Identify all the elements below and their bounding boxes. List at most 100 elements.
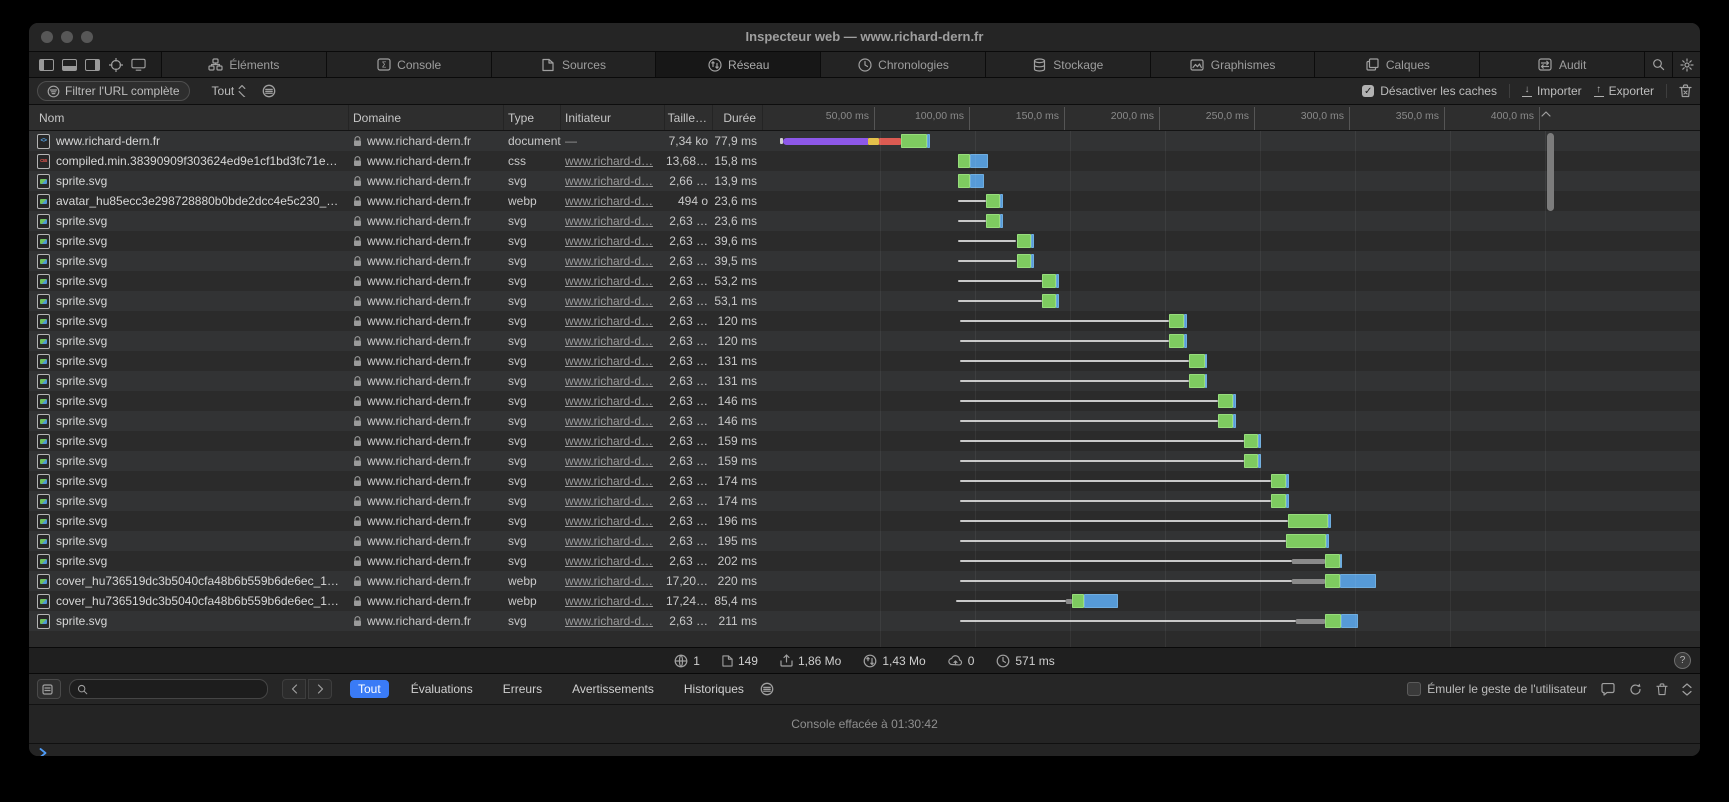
lock-icon — [353, 396, 362, 407]
group-media-icon[interactable] — [262, 84, 276, 98]
initiator-link[interactable]: www.richard-d… — [565, 314, 653, 328]
initiator-link[interactable]: www.richard-d… — [565, 554, 653, 568]
initiator-link[interactable]: www.richard-d… — [565, 174, 653, 188]
initiator-link[interactable]: www.richard-d… — [565, 454, 653, 468]
waterfall-cell — [763, 131, 1700, 151]
url-filter-placeholder: Filtrer l'URL complète — [65, 84, 180, 98]
initiator-link[interactable]: www.richard-d… — [565, 254, 653, 268]
waterfall-blue-segment — [1000, 194, 1003, 208]
main-tabbar: ÉlémentsΣConsoleSourcesRéseauChronologie… — [29, 52, 1700, 78]
initiator-link[interactable]: www.richard-d… — [565, 474, 653, 488]
column-header-initiator[interactable]: Initiateur — [561, 105, 665, 130]
element-picker-icon[interactable] — [108, 57, 123, 72]
waterfall-line-segment — [960, 480, 1272, 482]
dock-right-icon[interactable] — [85, 59, 100, 71]
export-button[interactable]: ↑ Exporter — [1594, 84, 1654, 98]
column-header-name[interactable]: Nom — [29, 105, 349, 130]
url-filter-input[interactable]: Filtrer l'URL complète — [37, 81, 190, 101]
tab-réseau[interactable]: Réseau — [655, 52, 820, 77]
console-tab-évaluations[interactable]: Évaluations — [403, 680, 481, 698]
search-tab[interactable] — [1644, 52, 1672, 77]
tab-chronologies[interactable]: Chronologies — [820, 52, 985, 77]
initiator-link[interactable]: www.richard-d… — [565, 394, 653, 408]
resource-domain: www.richard-dern.fr — [367, 274, 471, 288]
resource-type: svg — [504, 211, 561, 231]
resource-duration: 195 ms — [713, 531, 763, 551]
resource-size: 2,63 … — [665, 271, 713, 291]
initiator-link[interactable]: www.richard-d… — [565, 494, 653, 508]
console-sources-icon[interactable] — [760, 682, 774, 696]
device-icon[interactable] — [131, 57, 146, 72]
lock-icon — [353, 616, 362, 627]
tab-stockage[interactable]: Stockage — [985, 52, 1150, 77]
reload-console-button[interactable] — [1629, 683, 1642, 696]
waterfall-green-segment — [901, 134, 928, 148]
disable-caches-checkbox[interactable]: ✓ Désactiver les caches — [1362, 84, 1497, 98]
resource-duration: 131 ms — [713, 371, 763, 391]
waterfall-green-segment — [1218, 414, 1233, 428]
column-header-duration[interactable]: Durée — [713, 105, 763, 130]
resource-type: document — [504, 131, 561, 151]
console-tab-historiques[interactable]: Historiques — [676, 680, 752, 698]
initiator-link[interactable]: www.richard-d… — [565, 574, 653, 588]
tab-éléments[interactable]: Éléments — [161, 52, 326, 77]
waterfall-line-segment — [960, 460, 1244, 462]
column-header-domain[interactable]: Domaine — [349, 105, 504, 130]
settings-tab[interactable] — [1672, 52, 1700, 77]
initiator-link[interactable]: www.richard-d… — [565, 534, 653, 548]
column-header-size[interactable]: Taille… — [665, 105, 713, 130]
resource-size: 2,63 … — [665, 531, 713, 551]
console-messages-button[interactable] — [1601, 683, 1615, 696]
tab-calques[interactable]: Calques — [1314, 52, 1479, 77]
lock-icon — [353, 316, 362, 327]
initiator-link[interactable]: www.richard-d… — [565, 294, 653, 308]
initiator-link[interactable]: www.richard-d… — [565, 374, 653, 388]
scroll-up-icon[interactable] — [1541, 111, 1551, 117]
initiator-link[interactable]: www.richard-d… — [565, 414, 653, 428]
status-value: 1,43 Mo — [882, 654, 925, 668]
import-button[interactable]: ↓ Importer — [1522, 84, 1582, 98]
tab-sources[interactable]: Sources — [491, 52, 656, 77]
resource-duration: 23,6 ms — [713, 211, 763, 231]
emulate-user-gesture-checkbox[interactable]: Émuler le geste de l'utilisateur — [1407, 682, 1587, 696]
waterfall-line-segment — [960, 520, 1289, 522]
initiator-link[interactable]: www.richard-d… — [565, 514, 653, 528]
console-search-input[interactable] — [69, 679, 268, 699]
help-button[interactable]: ? — [1674, 652, 1691, 669]
trash-icon — [1656, 683, 1668, 696]
lock-icon — [353, 356, 362, 367]
image-file-icon — [37, 434, 50, 449]
next-result-button[interactable] — [308, 679, 332, 699]
initiator-link[interactable]: www.richard-d… — [565, 214, 653, 228]
initiator-link[interactable]: www.richard-d… — [565, 594, 653, 608]
dock-left-icon[interactable] — [39, 59, 54, 71]
clear-network-button[interactable] — [1679, 84, 1692, 98]
initiator-link[interactable]: www.richard-d… — [565, 154, 653, 168]
previous-result-button[interactable] — [282, 679, 306, 699]
console-scope-button[interactable] — [37, 679, 61, 699]
clear-console-button[interactable] — [1656, 683, 1668, 696]
collapse-console-button[interactable] — [1682, 683, 1692, 696]
ruler-tick-label: 200,0 ms — [1111, 110, 1154, 122]
initiator-link[interactable]: www.richard-d… — [565, 354, 653, 368]
column-header-type[interactable]: Type — [504, 105, 561, 130]
tab-audit[interactable]: Audit — [1479, 52, 1644, 77]
initiator-link[interactable]: www.richard-d… — [565, 614, 653, 628]
console-tab-erreurs[interactable]: Erreurs — [495, 680, 550, 698]
console-prompt[interactable] — [29, 744, 1700, 757]
tab-console[interactable]: ΣConsole — [326, 52, 491, 77]
resource-name: sprite.svg — [56, 314, 107, 328]
status-value: 0 — [968, 654, 975, 668]
tab-graphismes[interactable]: Graphismes — [1150, 52, 1315, 77]
initiator-link[interactable]: www.richard-d… — [565, 434, 653, 448]
console-tab-tout[interactable]: Tout — [350, 680, 389, 698]
dock-bottom-icon[interactable] — [62, 59, 77, 71]
initiator-link[interactable]: www.richard-d… — [565, 234, 653, 248]
resource-type-select[interactable]: Tout — [212, 84, 247, 98]
initiator-link[interactable]: www.richard-d… — [565, 194, 653, 208]
vertical-scrollbar[interactable] — [1547, 133, 1554, 211]
initiator-link[interactable]: www.richard-d… — [565, 274, 653, 288]
console-tab-avertissements[interactable]: Avertissements — [564, 680, 662, 698]
resource-duration: 211 ms — [713, 611, 763, 631]
initiator-link[interactable]: www.richard-d… — [565, 334, 653, 348]
